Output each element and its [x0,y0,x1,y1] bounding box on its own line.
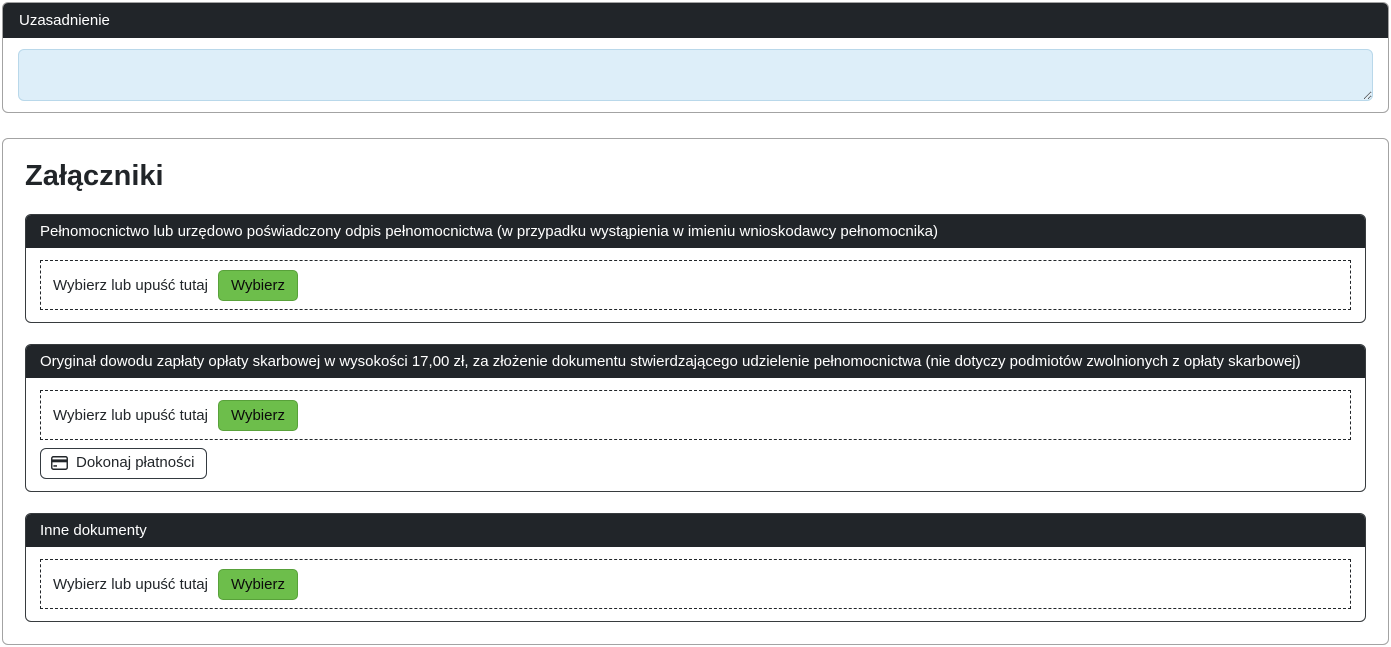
dropzone-label: Wybierz lub upuść tutaj [53,407,208,424]
make-payment-label: Dokonaj płatności [76,453,194,473]
attachment-panel-body: Wybierz lub upuść tutaj Wybierz Dokonaj … [26,378,1365,491]
attachment-panel-other-documents: Inne dokumenty Wybierz lub upuść tutaj W… [25,513,1366,622]
justification-textarea[interactable] [18,49,1373,101]
justification-body [3,38,1388,112]
attachments-card: Załączniki Pełnomocnictwo lub urzędowo p… [2,138,1389,645]
credit-card-icon [51,456,68,470]
form-page: Uzasadnienie Załączniki Pełnomocnictwo l… [0,0,1391,647]
attachment-panel-header: Inne dokumenty [26,514,1365,547]
attachment-panel-body: Wybierz lub upuść tutaj Wybierz [26,248,1365,322]
choose-file-button[interactable]: Wybierz [218,400,298,431]
make-payment-button[interactable]: Dokonaj płatności [40,448,207,479]
dropzone-label: Wybierz lub upuść tutaj [53,576,208,593]
choose-file-button[interactable]: Wybierz [218,569,298,600]
attachment-panel-power-of-attorney: Pełnomocnictwo lub urzędowo poświadczony… [25,214,1366,323]
attachment-panel-header: Pełnomocnictwo lub urzędowo poświadczony… [26,215,1365,248]
file-dropzone[interactable]: Wybierz lub upuść tutaj Wybierz [40,559,1351,609]
attachment-panel-header: Oryginał dowodu zapłaty opłaty skarbowej… [26,345,1365,378]
justification-card: Uzasadnienie [2,2,1389,113]
file-dropzone[interactable]: Wybierz lub upuść tutaj Wybierz [40,390,1351,440]
dropzone-label: Wybierz lub upuść tutaj [53,277,208,294]
justification-header: Uzasadnienie [3,3,1388,38]
attachments-title: Załączniki [25,157,1366,195]
attachment-panel-fee-payment: Oryginał dowodu zapłaty opłaty skarbowej… [25,344,1366,492]
file-dropzone[interactable]: Wybierz lub upuść tutaj Wybierz [40,260,1351,310]
choose-file-button[interactable]: Wybierz [218,270,298,301]
attachment-panel-body: Wybierz lub upuść tutaj Wybierz [26,547,1365,621]
